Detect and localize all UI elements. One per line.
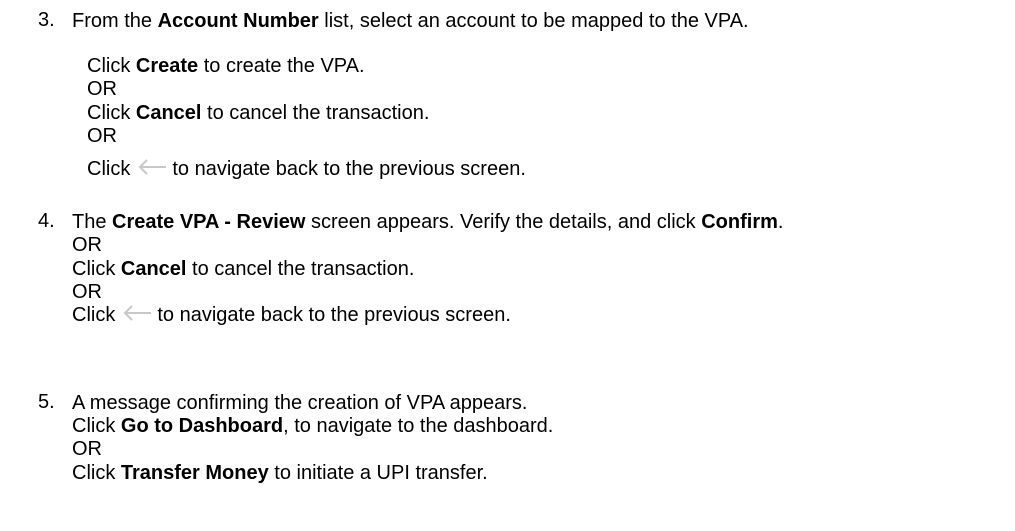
or-separator: OR [72, 438, 102, 460]
step-5-intro: A message confirming the creation of VPA… [72, 392, 528, 414]
create-label: Create [135, 55, 199, 77]
confirm-label: Confirm [701, 211, 778, 233]
back-instruction: Click to navigate back to the previous sc… [87, 158, 526, 180]
create-vpa-review-label: Create VPA - Review [112, 211, 306, 233]
go-to-dashboard-label: Go to Dashboard [120, 415, 284, 437]
or-separator: OR [72, 281, 102, 303]
account-number-label: Account Number [157, 10, 319, 32]
step-number: 4. [38, 210, 55, 232]
transfer-instruction: Click Transfer Money to initiate a UPI t… [72, 462, 488, 484]
cancel-label: Cancel [135, 102, 202, 124]
dashboard-instruction: Click Go to Dashboard, to navigate to th… [72, 415, 554, 437]
back-instruction: Click to navigate back to the previous sc… [72, 304, 511, 326]
or-separator: OR [72, 234, 102, 256]
transfer-money-label: Transfer Money [120, 462, 269, 484]
cancel-label: Cancel [120, 258, 187, 280]
cancel-instruction: Click Cancel to cancel the transaction. [72, 258, 415, 280]
step-3-intro: From the Account Number list, select an … [72, 10, 749, 32]
cancel-instruction: Click Cancel to cancel the transaction. [87, 102, 430, 124]
step-number: 5. [38, 391, 55, 413]
back-arrow-icon [138, 159, 167, 175]
or-separator: OR [87, 78, 117, 100]
back-arrow-icon [123, 305, 152, 321]
create-instruction: Click Create to create the VPA. [87, 55, 365, 77]
step-number: 3. [38, 9, 55, 31]
or-separator: OR [87, 125, 117, 147]
step-4-intro: The Create VPA - Review screen appears. … [72, 211, 784, 233]
